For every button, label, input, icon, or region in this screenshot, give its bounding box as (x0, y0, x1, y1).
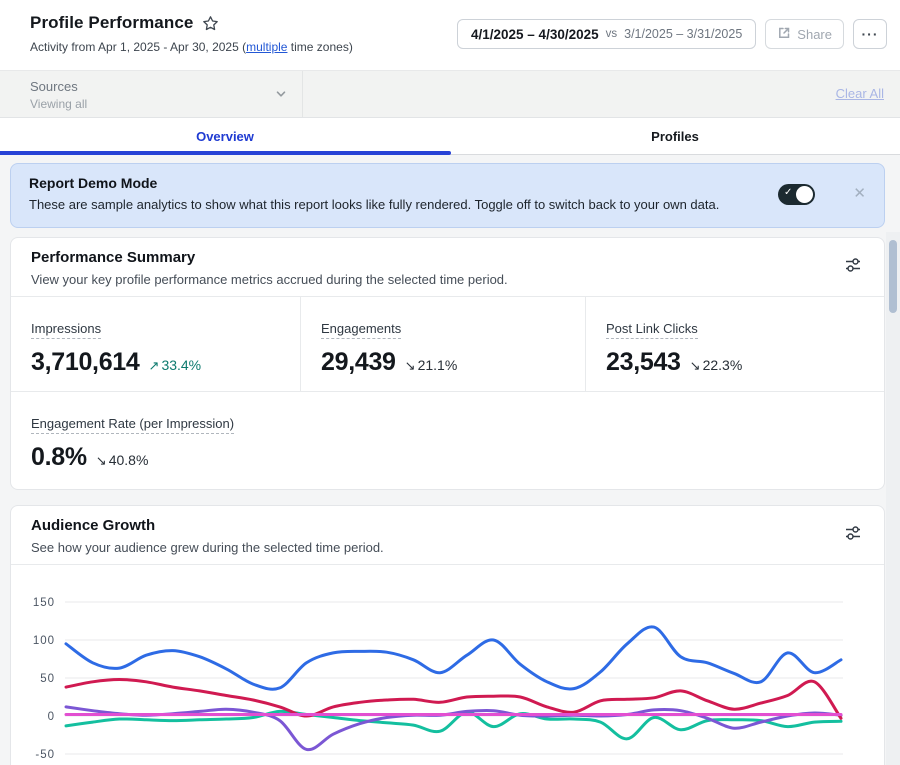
metric-change-value: 21.1% (418, 357, 458, 373)
metric-engagement-rate: Engagement Rate (per Impression) 0.8% ↘4… (11, 392, 884, 472)
metric-change-value: 40.8% (109, 452, 149, 468)
tab-profiles[interactable]: Profiles (450, 118, 900, 154)
sliders-settings-icon[interactable] (844, 524, 862, 547)
metric-value: 3,710,614 (31, 348, 140, 377)
sliders-settings-icon[interactable] (844, 256, 862, 279)
share-icon (777, 26, 791, 43)
activity-range-prefix: Activity from Apr 1, 2025 - Apr 30, 2025… (30, 40, 246, 54)
scrollbar-thumb[interactable] (889, 240, 897, 313)
svg-text:0: 0 (48, 711, 55, 723)
chevron-down-icon (274, 87, 288, 106)
toggle-knob (796, 186, 813, 203)
sources-label: Sources (30, 79, 78, 94)
sources-dropdown[interactable]: Sources Viewing all (0, 71, 303, 117)
favorite-star-icon[interactable] (202, 15, 219, 32)
metric-label[interactable]: Impressions (31, 321, 101, 339)
filters-bar: Sources Viewing all Clear All (0, 70, 900, 118)
metric-label[interactable]: Engagement Rate (per Impression) (31, 416, 234, 434)
profile-performance-report: Profile Performance Activity from Apr 1,… (0, 0, 900, 765)
demo-mode-toggle[interactable]: ✓ (778, 184, 815, 205)
date-range-picker[interactable]: 4/1/2025 – 4/30/2025 vs 3/1/2025 – 3/31/… (457, 19, 756, 49)
audience-growth-card: Audience Growth See how your audience gr… (10, 505, 885, 765)
date-range-primary: 4/1/2025 – 4/30/2025 (471, 27, 599, 42)
metric-engagements: Engagements 29,439 ↘21.1% (301, 297, 586, 391)
metric-impressions: Impressions 3,710,614 ↗33.4% (11, 297, 301, 391)
metric-value: 0.8% (31, 443, 87, 472)
activity-range-text: Activity from Apr 1, 2025 - Apr 30, 2025… (30, 40, 353, 54)
trend-down-icon: ↘ (405, 358, 416, 374)
multiple-timezones-link[interactable]: multiple (246, 40, 287, 54)
activity-range-suffix: time zones) (287, 40, 352, 54)
more-options-button[interactable]: ··· (853, 19, 887, 49)
series-blue-line (66, 627, 841, 689)
metric-change-value: 33.4% (161, 357, 201, 373)
metric-label[interactable]: Engagements (321, 321, 401, 339)
demo-mode-banner: Report Demo Mode These are sample analyt… (10, 163, 885, 228)
audience-growth-title: Audience Growth (31, 517, 155, 534)
metrics-row-2: Engagement Rate (per Impression) 0.8% ↘4… (11, 391, 884, 491)
svg-text:150: 150 (33, 597, 55, 609)
page-title: Profile Performance (30, 13, 193, 33)
sources-viewing-all: Viewing all (30, 97, 87, 111)
date-range-vs: vs (606, 28, 618, 40)
svg-text:50: 50 (40, 673, 55, 685)
metric-value: 23,543 (606, 348, 681, 377)
metric-change: ↗33.4% (149, 357, 202, 374)
report-tabs: Overview Profiles (0, 118, 900, 155)
performance-summary-header: Performance Summary View your key profil… (11, 238, 884, 297)
active-tab-indicator (0, 151, 451, 155)
tab-overview[interactable]: Overview (0, 118, 450, 154)
share-button[interactable]: Share (765, 19, 844, 49)
share-label: Share (797, 27, 832, 42)
toggle-check-icon: ✓ (784, 187, 792, 198)
performance-summary-subtitle: View your key profile performance metric… (31, 272, 508, 287)
metric-change: ↘21.1% (405, 357, 458, 374)
performance-summary-card: Performance Summary View your key profil… (10, 237, 885, 490)
metric-change-value: 22.3% (703, 357, 743, 373)
trend-up-icon: ↗ (149, 358, 160, 374)
audience-growth-subtitle: See how your audience grew during the se… (31, 540, 384, 555)
trend-down-icon: ↘ (690, 358, 701, 374)
metric-change: ↘40.8% (96, 452, 149, 469)
trend-down-icon: ↘ (96, 453, 107, 469)
clear-all-link[interactable]: Clear All (836, 86, 884, 101)
banner-body: These are sample analytics to show what … (29, 197, 719, 212)
metrics-row-1: Impressions 3,710,614 ↗33.4% Engagements… (11, 297, 884, 391)
audience-growth-header: Audience Growth See how your audience gr… (11, 506, 884, 565)
ellipsis-icon: ··· (862, 26, 879, 42)
audience-growth-line-chart[interactable]: 150 100 50 0 -50 (11, 564, 884, 765)
svg-text:-50: -50 (35, 749, 55, 761)
metric-change: ↘22.3% (690, 357, 743, 374)
metric-label[interactable]: Post Link Clicks (606, 321, 698, 339)
svg-text:100: 100 (33, 635, 55, 647)
performance-summary-title: Performance Summary (31, 249, 195, 266)
banner-close-icon[interactable]: ✕ (853, 184, 866, 202)
banner-title: Report Demo Mode (29, 175, 157, 191)
scrollbar-track[interactable] (886, 232, 900, 765)
date-range-compare: 3/1/2025 – 3/31/2025 (624, 27, 742, 41)
metric-post-link-clicks: Post Link Clicks 23,543 ↘22.3% (586, 297, 884, 391)
report-header: Profile Performance Activity from Apr 1,… (0, 0, 900, 70)
metric-value: 29,439 (321, 348, 396, 377)
